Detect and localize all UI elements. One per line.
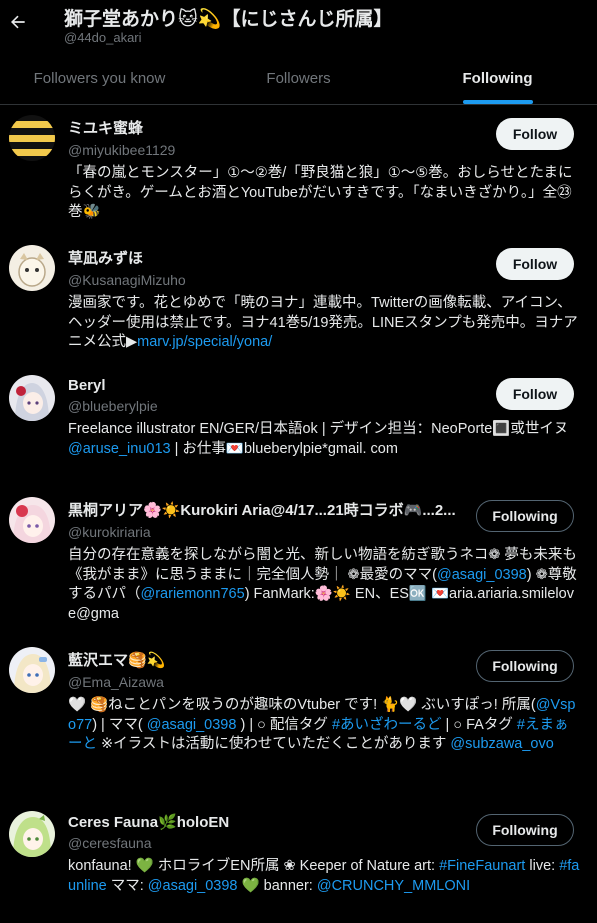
list-item[interactable]: 草凪みずほ @KusanagiMizuho Follow 漫画家です。花とゆめで…: [0, 235, 597, 365]
tab-following[interactable]: Following: [398, 52, 597, 104]
tab-followers-you-know[interactable]: Followers you know: [0, 52, 199, 104]
list-item[interactable]: ミユキ蜜蜂 @miyukibee1129 Follow 「春の嵐とモンスター」①…: [0, 105, 597, 235]
user-name[interactable]: ミユキ蜜蜂: [68, 117, 468, 138]
bio-mention[interactable]: @subzawa_ovo: [450, 736, 553, 752]
following-list: ミユキ蜜蜂 @miyukibee1129 Follow 「春の嵐とモンスター」①…: [0, 105, 597, 923]
arrow-left-icon: [11, 15, 25, 29]
user-name[interactable]: 黒桐アリア🌸☀️Kurokiri Aria@4/17...21時コラボ🎮...2…: [68, 499, 468, 520]
bio-mention[interactable]: @CRUNCHY_MMLONI: [317, 878, 470, 894]
follow-button[interactable]: Follow: [496, 118, 574, 150]
bio-hashtag[interactable]: #FineFaunart: [439, 858, 525, 874]
user-bio: 「春の嵐とモンスター」①〜②巻/「野良猫と狼」①〜⑤巻。おしらせとたまにらくがき…: [68, 165, 573, 220]
user-bio: 自分の存在意義を探しながら闇と光、新しい物語を紡ぎ歌うネコ❁ 夢も未来も《我がま…: [68, 547, 577, 622]
user-name[interactable]: 藍沢エマ🥞💫: [68, 649, 468, 670]
bio-mention[interactable]: @asagi_0398: [437, 567, 527, 583]
user-name[interactable]: Beryl: [68, 377, 468, 394]
bio-hashtag[interactable]: #あいざわーるど: [332, 717, 442, 733]
user-bio: 漫画家です。花とゆめで「暁のヨナ」連載中。Twitterの画像転載、アイコン、ヘ…: [68, 295, 578, 350]
follow-button[interactable]: Follow: [496, 248, 574, 280]
page-title: 獅子堂あかり🐱💫【にじさんじ所属】: [64, 9, 393, 30]
avatar[interactable]: [9, 115, 55, 161]
avatar[interactable]: [9, 497, 55, 543]
following-button[interactable]: Following: [476, 500, 574, 532]
bio-mention[interactable]: @aruse_inu013: [68, 441, 171, 457]
list-item[interactable]: Beryl @blueberylpie Follow Freelance ill…: [0, 365, 597, 487]
profile-handle: @44do_akari: [64, 30, 142, 45]
bio-mention[interactable]: @rariemonn765: [141, 586, 245, 602]
bio-mention[interactable]: @asagi_0398: [147, 717, 237, 733]
avatar[interactable]: [9, 245, 55, 291]
avatar[interactable]: [9, 647, 55, 693]
follow-button[interactable]: Follow: [496, 378, 574, 410]
bio-link[interactable]: marv.jp/special/yona/: [137, 334, 272, 350]
list-item[interactable]: Ceres Fauna🌿holoEN @ceresfauna Following…: [0, 801, 597, 923]
tab-bar: Followers you know Followers Following: [0, 52, 597, 105]
following-button[interactable]: Following: [476, 650, 574, 682]
following-button[interactable]: Following: [476, 814, 574, 846]
list-item[interactable]: 藍沢エマ🥞💫 @Ema_Aizawa Following 🤍 🥞ねことパンを吸う…: [0, 637, 597, 801]
back-button[interactable]: [8, 12, 30, 34]
user-name[interactable]: Ceres Fauna🌿holoEN: [68, 813, 468, 831]
bio-mention[interactable]: @asagi_0398: [148, 878, 238, 894]
avatar[interactable]: [9, 375, 55, 421]
user-bio: konfauna! 💚 ホロライブEN所属 ❀ Keeper of Nature…: [68, 858, 580, 894]
header: 獅子堂あかり🐱💫【にじさんじ所属】 @44do_akari: [0, 0, 597, 52]
user-bio: 🤍 🥞ねことパンを吸うのが趣味のVtuber です! 🐈🤍 ぶいすぽっ! 所属(…: [68, 697, 576, 752]
tab-followers[interactable]: Followers: [199, 52, 398, 104]
user-name[interactable]: 草凪みずほ: [68, 247, 468, 268]
avatar[interactable]: [9, 811, 55, 857]
list-item[interactable]: 黒桐アリア🌸☀️Kurokiri Aria@4/17...21時コラボ🎮...2…: [0, 487, 597, 637]
user-bio: Freelance illustrator EN/GER/日本語ok | デザイ…: [68, 421, 569, 457]
